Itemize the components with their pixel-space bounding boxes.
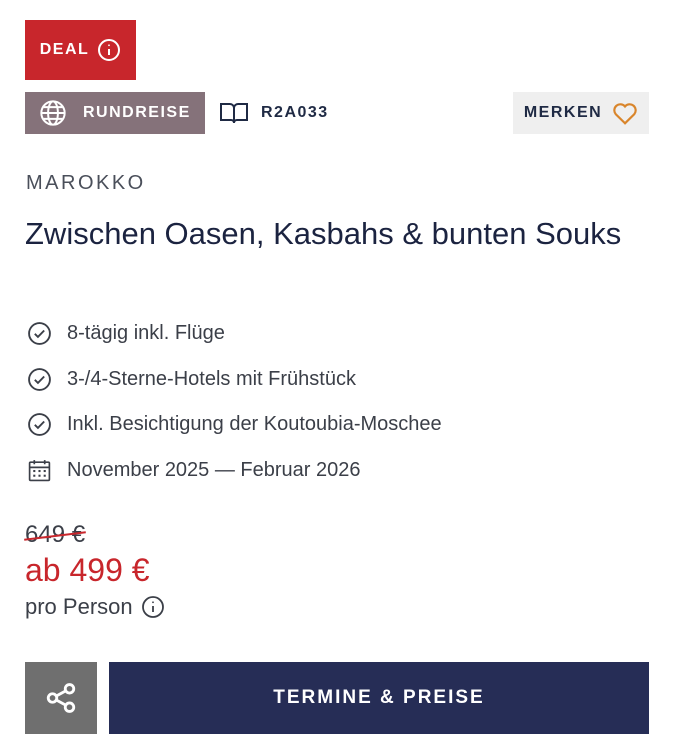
book-icon	[220, 103, 248, 124]
feature-item: November 2025 — Februar 2026	[27, 448, 442, 494]
heart-icon	[613, 103, 637, 125]
trip-title[interactable]: Zwischen Oasen, Kasbahs & bunten Souks	[25, 212, 625, 255]
calendar-icon	[28, 459, 51, 481]
deal-label: DEAL	[39, 41, 90, 58]
feature-text: 3-/4-Sterne-Hotels mit Frühstück	[67, 367, 356, 390]
price-unit: pro Person	[25, 594, 165, 620]
travel-period: November 2025 — Februar 2026	[67, 458, 361, 481]
feature-item: 3-/4-Sterne-Hotels mit Frühstück	[27, 357, 442, 403]
trip-type-label: RUNDREISE	[83, 104, 191, 121]
info-icon[interactable]	[97, 38, 121, 62]
price-unit-label: pro Person	[25, 594, 133, 619]
dates-prices-button[interactable]: TERMINE & PREISE	[109, 662, 649, 734]
feature-text: 8-tägig inkl. Flüge	[67, 322, 225, 345]
destination-country: MAROKKO	[26, 172, 146, 194]
favorite-label: MERKEN	[523, 104, 603, 121]
feature-text: Inkl. Besichtigung der Koutoubia-Moschee	[67, 413, 442, 436]
catalog-code: R2A033	[219, 101, 329, 125]
info-icon[interactable]	[141, 595, 165, 619]
feature-list: 8-tägig inkl. Flüge 3-/4-Sterne-Hotels m…	[27, 311, 442, 493]
current-price: ab 499 €	[25, 552, 150, 588]
check-circle-icon	[28, 413, 51, 437]
feature-item: 8-tägig inkl. Flüge	[27, 311, 442, 357]
check-circle-icon	[28, 367, 51, 391]
share-icon	[46, 683, 76, 713]
old-price: 649 €	[25, 521, 86, 548]
favorite-button[interactable]: MERKEN	[513, 92, 649, 134]
deal-badge[interactable]: DEAL	[25, 20, 136, 80]
trip-type-tag: RUNDREISE	[25, 92, 205, 134]
share-button[interactable]	[25, 662, 97, 734]
feature-item: Inkl. Besichtigung der Koutoubia-Moschee	[27, 402, 442, 448]
globe-icon	[40, 100, 66, 126]
catalog-code-label: R2A033	[261, 104, 329, 121]
check-circle-icon	[28, 322, 51, 346]
trip-meta-bar: RUNDREISE R2A033	[25, 92, 329, 134]
